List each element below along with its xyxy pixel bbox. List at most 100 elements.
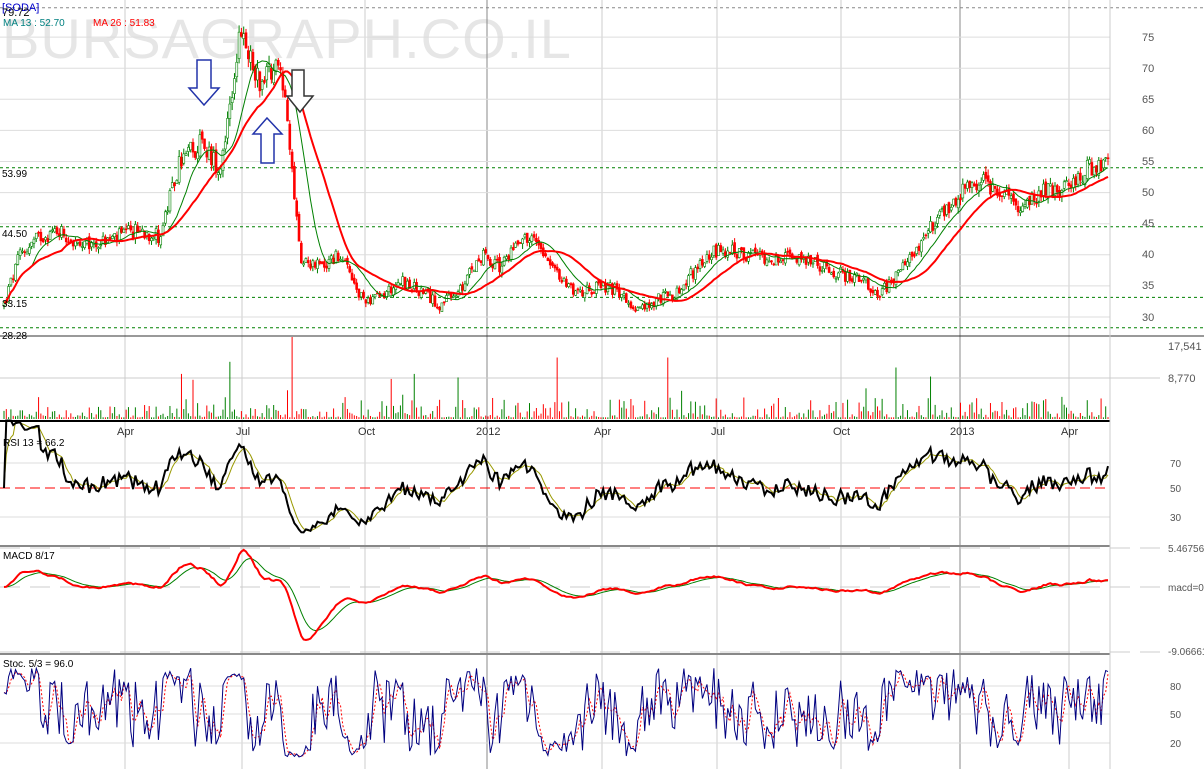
candle-body (860, 279, 863, 282)
candle-body (191, 142, 195, 153)
candle-body (947, 202, 951, 214)
candle-body (910, 251, 914, 257)
candle-body (1016, 206, 1020, 213)
macd-title: MACD 8/17 (3, 551, 55, 562)
candle-body (786, 250, 789, 253)
candle-body (477, 258, 481, 262)
candle-body (32, 238, 36, 244)
candle-body (926, 230, 930, 234)
candle-body (952, 198, 955, 206)
candle-body (574, 290, 577, 296)
candle-body (168, 190, 172, 212)
candle-body (166, 210, 169, 213)
candle-body (963, 184, 967, 189)
candle-body (300, 242, 303, 264)
candle-body (1076, 173, 1080, 185)
candle-body (525, 232, 529, 243)
candle-body (737, 248, 741, 258)
candle-body (1067, 182, 1071, 186)
candle-body (44, 237, 47, 241)
candle-body (913, 253, 916, 257)
candle-body (479, 260, 483, 263)
candle-body (302, 263, 305, 266)
candle-body (949, 206, 953, 211)
candle-body (544, 253, 547, 257)
candle-body (309, 263, 312, 269)
y-tick: 55 (1142, 156, 1154, 168)
candle-body (39, 231, 43, 242)
candle-body (779, 260, 783, 264)
y-tick: 30 (1142, 312, 1154, 324)
candle-body (505, 256, 508, 260)
candle-body (906, 261, 909, 267)
candle-body (357, 288, 361, 298)
y-tick: 65 (1142, 94, 1154, 106)
candle-body (899, 269, 902, 272)
stoch-title: Stoc. 5/3 = 96.0 (3, 659, 74, 670)
candle-body (627, 303, 630, 305)
candle-body (940, 208, 944, 210)
candle-body (25, 251, 29, 255)
y-tick: 45 (1142, 218, 1154, 230)
candle-body (1032, 195, 1036, 201)
candle-body (956, 198, 960, 209)
candle-body (1012, 193, 1015, 202)
candle-body (830, 272, 833, 275)
candle-body (387, 286, 391, 293)
candle-body (318, 261, 322, 264)
x-tick: 2012 (476, 426, 500, 438)
candle-body (622, 293, 626, 297)
candle-body (703, 262, 706, 267)
candle-body (461, 284, 464, 291)
candle-body (880, 288, 884, 296)
candle-body (763, 253, 766, 264)
candle-body (848, 269, 852, 281)
candle-body (159, 236, 163, 246)
x-tick: Oct (833, 426, 850, 438)
candle-body (560, 280, 564, 283)
candle-body (827, 267, 831, 273)
candle-body (127, 225, 130, 229)
candle-body (260, 81, 264, 90)
x-tick: Jul (711, 426, 725, 438)
candle-body (203, 138, 206, 149)
rsi-title: RSI 13 = 66.2 (3, 438, 65, 449)
candle-body (643, 303, 647, 310)
candle-body (687, 275, 690, 287)
candle-body (329, 255, 333, 260)
candle-body (684, 283, 688, 286)
candle-body (217, 172, 220, 175)
candle-body (449, 292, 453, 298)
down-arrow-annotation (285, 69, 315, 114)
candle-body (634, 309, 637, 312)
candle-body (571, 283, 575, 295)
candle-body (1072, 177, 1075, 189)
candle-body (514, 242, 517, 248)
x-axis: Apr Jul Oct 2012 Apr Jul Oct 2013 Apr (117, 426, 1078, 438)
candle-body (869, 288, 872, 293)
candle-body (929, 221, 932, 233)
candle-body (320, 261, 324, 264)
y-tick: 75 (1142, 32, 1154, 44)
candle-body (34, 232, 38, 239)
candle-body (938, 210, 942, 216)
level-label: 53.99 (2, 169, 27, 180)
candle-body (728, 251, 732, 254)
candle-body (1104, 157, 1107, 159)
candle-body (507, 255, 511, 260)
candle-body (989, 181, 992, 195)
candle-body (767, 260, 771, 263)
candle-body (274, 59, 278, 73)
candle-body (244, 32, 248, 49)
candle-body (21, 250, 24, 253)
candle-body (551, 262, 554, 266)
candle-body (973, 183, 976, 187)
stock-chart: BURSAGRAPH.CO.IL [SODA] 79.72 MA 13 : 52… (0, 0, 1204, 769)
candle-body (304, 258, 308, 263)
candle-body (555, 266, 559, 271)
candle-body (463, 283, 467, 291)
stoch-tick: 50 (1170, 710, 1182, 721)
candle-body (583, 292, 587, 299)
candle-body (196, 152, 199, 160)
candle-body (680, 289, 683, 295)
